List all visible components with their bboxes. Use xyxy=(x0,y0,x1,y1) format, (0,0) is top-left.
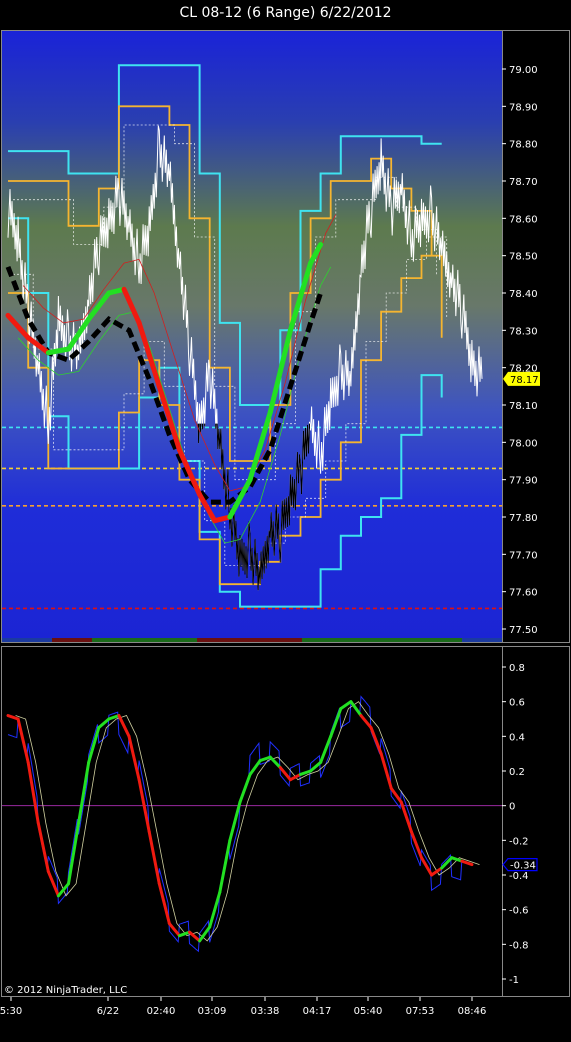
price-tick-label-4: 78.60 xyxy=(509,214,538,225)
time-axis: 5:30 6/22 02:40 03:09 03:38 04:17 05:40 07:53 08… xyxy=(0,997,486,1017)
osc-tick-label-9: -1 xyxy=(509,975,519,986)
osc-tick-label-2: 0.4 xyxy=(509,732,525,743)
x-tick-label-8: 08:46 xyxy=(458,1006,487,1017)
copyright-text: © 2012 NinjaTrader, LLC xyxy=(4,985,127,996)
osc-segment-8 xyxy=(77,760,91,825)
osc-tick-label-0: 0.8 xyxy=(509,663,525,674)
trend-color-strip xyxy=(2,638,502,642)
osc-segment-22 xyxy=(218,838,232,894)
osc-segment-25 xyxy=(248,759,262,776)
osc-segment-32 xyxy=(319,734,333,764)
osc-segment-41 xyxy=(409,830,423,860)
osc-tick-label-4: 0 xyxy=(509,802,515,813)
strip-seg-1 xyxy=(52,638,92,642)
price-tick-label-3: 78.70 xyxy=(509,177,538,188)
price-tick-label-2: 78.80 xyxy=(509,140,538,151)
osc-tick-label-5: -0.2 xyxy=(509,836,529,847)
osc-tick-label-6: -0.4 xyxy=(509,871,529,882)
x-tick-label-7: 07:53 xyxy=(406,1006,435,1017)
price-tick-label-0: 79.00 xyxy=(509,65,538,76)
price-tick-label-14: 77.60 xyxy=(509,588,538,599)
osc-segment-9 xyxy=(87,726,101,764)
osc-segment-27 xyxy=(268,755,282,770)
oscillator-plot xyxy=(2,695,502,953)
price-tick-label-7: 78.30 xyxy=(509,326,538,337)
osc-tick-label-3: 0.2 xyxy=(509,767,525,778)
x-tick-label-6: 05:40 xyxy=(354,1006,383,1017)
strip-seg-4 xyxy=(302,638,462,642)
price-tick-label-13: 77.70 xyxy=(509,550,538,561)
price-tick-label-5: 78.50 xyxy=(509,252,538,263)
osc-segment-24 xyxy=(238,772,252,804)
osc-segment-5 xyxy=(46,870,60,898)
osc-last-tag: -0.34 xyxy=(502,857,538,872)
osc-tick-label-8: -0.8 xyxy=(509,940,529,951)
price-tick-label-1: 78.90 xyxy=(509,102,538,113)
price-tick-label-10: 78.00 xyxy=(509,438,538,449)
osc-segment-13 xyxy=(127,734,141,782)
osc-segment-23 xyxy=(228,800,242,842)
osc-segment-4 xyxy=(36,821,50,874)
osc-segment-37 xyxy=(369,726,383,756)
osc-segment-39 xyxy=(389,786,403,804)
osc-last-tag-label: -0.34 xyxy=(510,861,536,872)
osc-segment-2 xyxy=(16,717,30,764)
strip-seg-0 xyxy=(2,638,52,642)
price-tick-label-12: 77.80 xyxy=(509,513,538,524)
osc-segment-15 xyxy=(147,830,161,886)
price-tick-label-9: 78.10 xyxy=(509,401,538,412)
osc-segment-12 xyxy=(117,714,131,738)
osc-segment-28 xyxy=(278,766,292,782)
last-price-tag-label: 78.17 xyxy=(510,375,539,386)
x-tick-label-0: 5:30 xyxy=(0,1006,22,1017)
osc-tick-label-7: -0.6 xyxy=(509,906,529,917)
osc-segment-33 xyxy=(329,707,343,738)
osc-tick-label-1: 0.6 xyxy=(509,698,525,709)
strip-seg-5 xyxy=(462,638,502,642)
oscillator-axis: 0.8 0.6 0.4 0.2 0 -0.2 -0.4 -0.6 -0.8 -1 -0.34 xyxy=(502,663,538,986)
strip-seg-3 xyxy=(197,638,302,642)
strip-seg-2 xyxy=(92,638,197,642)
x-tick-label-4: 03:38 xyxy=(251,1006,280,1017)
osc-segment-7 xyxy=(67,821,81,886)
last-price-tag: 78.17 xyxy=(503,371,540,386)
price-axis: 79.00 78.90 78.80 78.70 78.60 78.50 78.40 78.30… xyxy=(502,65,540,636)
chart-canvas: 79.00 78.90 78.80 78.70 78.60 78.50 78.40 78.30… xyxy=(0,30,570,1017)
price-tick-label-11: 77.90 xyxy=(509,476,538,487)
x-tick-label-5: 04:17 xyxy=(303,1006,332,1017)
x-tick-label-3: 03:09 xyxy=(198,1006,227,1017)
price-tick-label-15: 77.50 xyxy=(509,625,538,636)
x-tick-label-1: 6/22 xyxy=(97,1006,119,1017)
price-tick-label-6: 78.40 xyxy=(509,289,538,300)
x-tick-label-2: 02:40 xyxy=(147,1006,176,1017)
